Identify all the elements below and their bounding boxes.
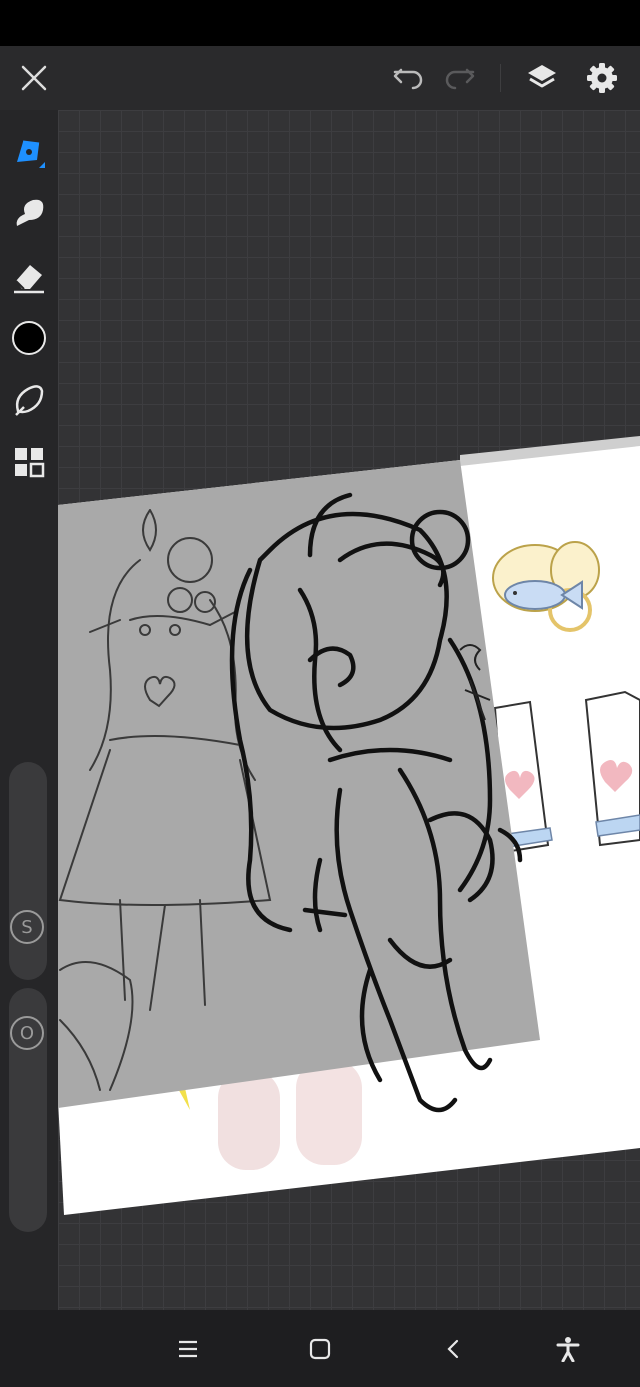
home-icon: [309, 1338, 331, 1359]
opacity-slider[interactable]: O: [9, 988, 47, 1232]
smudge-icon: [16, 199, 44, 226]
eraser-tool[interactable]: [0, 248, 58, 304]
back-icon: [447, 1339, 459, 1358]
home-button[interactable]: [290, 1310, 350, 1387]
undo-icon: [393, 68, 423, 90]
recents-icon: [179, 1340, 197, 1357]
smudge-tool[interactable]: [0, 186, 58, 242]
pen-tool[interactable]: [0, 124, 58, 180]
undo-button[interactable]: [384, 46, 432, 110]
opacity-slider-label: O: [10, 1016, 44, 1050]
reference-photo: [58, 460, 540, 1108]
layers-icon: [528, 65, 556, 88]
brush-size-slider[interactable]: S: [9, 762, 47, 980]
close-icon: [21, 65, 47, 91]
settings-button[interactable]: [578, 46, 626, 110]
lasso-tool[interactable]: [0, 372, 58, 428]
gallery-icon: [15, 448, 45, 478]
close-button[interactable]: [10, 46, 58, 110]
toolbar-divider: [500, 64, 501, 92]
eraser-icon: [14, 265, 44, 294]
settings-icon: [587, 63, 617, 93]
lasso-icon: [15, 385, 44, 416]
drawing-canvas[interactable]: [58, 110, 640, 1310]
accessibility-icon: [556, 1336, 580, 1362]
layers-button[interactable]: [518, 46, 566, 110]
back-button[interactable]: [424, 1310, 484, 1387]
system-navigation-bar: [0, 1310, 640, 1387]
gallery-tool[interactable]: [0, 434, 58, 490]
color-swatch: [12, 321, 46, 355]
size-slider-label: S: [10, 910, 44, 944]
left-toolbar: S O: [0, 110, 58, 1310]
redo-icon: [445, 68, 475, 90]
redo-button[interactable]: [436, 46, 484, 110]
recents-button[interactable]: [158, 1310, 218, 1387]
top-toolbar: [0, 46, 640, 110]
pen-icon: [17, 140, 45, 168]
status-bar: [0, 0, 640, 46]
accessibility-button[interactable]: [538, 1310, 598, 1387]
color-picker[interactable]: [0, 310, 58, 366]
